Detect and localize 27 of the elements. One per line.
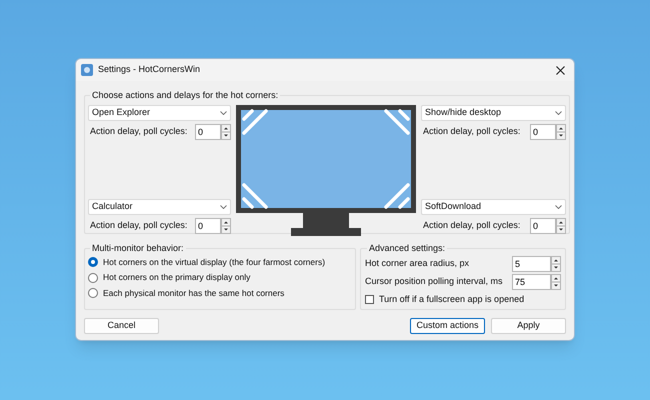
dialog-button[interactable]: Cancel bbox=[84, 318, 159, 334]
number-field[interactable]: 75 bbox=[512, 274, 551, 290]
delay-label: Action delay, poll cycles: bbox=[422, 218, 520, 232]
delay-label: Action delay, poll cycles: bbox=[422, 124, 520, 138]
action-dropdown[interactable]: Show/hide desktop bbox=[421, 104, 566, 120]
action-dropdown[interactable]: SoftDownload bbox=[421, 198, 566, 214]
number-field[interactable]: 5 bbox=[512, 256, 551, 272]
radius-label: Hot corner area radius, px bbox=[365, 256, 470, 270]
group-title: Advanced settings: bbox=[368, 242, 446, 255]
dialog-button[interactable]: Apply bbox=[491, 318, 566, 334]
delay-label: Action delay, poll cycles: bbox=[89, 218, 188, 232]
checkbox-label: Turn off if a fullscreen app is opened bbox=[379, 292, 524, 306]
number-field[interactable]: 0 bbox=[195, 124, 221, 140]
window-title: Settings - HotCornersWin bbox=[98, 63, 200, 76]
delay-label: Action delay, poll cycles: bbox=[89, 124, 188, 138]
radio-label: Hot corners on the primary display only bbox=[103, 271, 250, 284]
number-field[interactable]: 0 bbox=[530, 218, 556, 234]
dialog-button[interactable]: Custom actions bbox=[410, 318, 485, 334]
number-field[interactable]: 0 bbox=[195, 218, 221, 234]
group-title: Choose actions and delays for the hot corners: bbox=[91, 89, 280, 102]
number-field[interactable]: 0 bbox=[530, 124, 556, 140]
polling-label: Cursor position polling interval, ms bbox=[365, 274, 503, 288]
radio-label: Each physical monitor has the same hot corners bbox=[103, 287, 284, 300]
action-dropdown[interactable]: Calculator bbox=[88, 198, 231, 214]
radio-label: Hot corners on the virtual display (the four farmost corners) bbox=[103, 256, 326, 268]
action-dropdown[interactable]: Open Explorer bbox=[88, 104, 231, 120]
group-title: Multi-monitor behavior: bbox=[91, 242, 185, 255]
